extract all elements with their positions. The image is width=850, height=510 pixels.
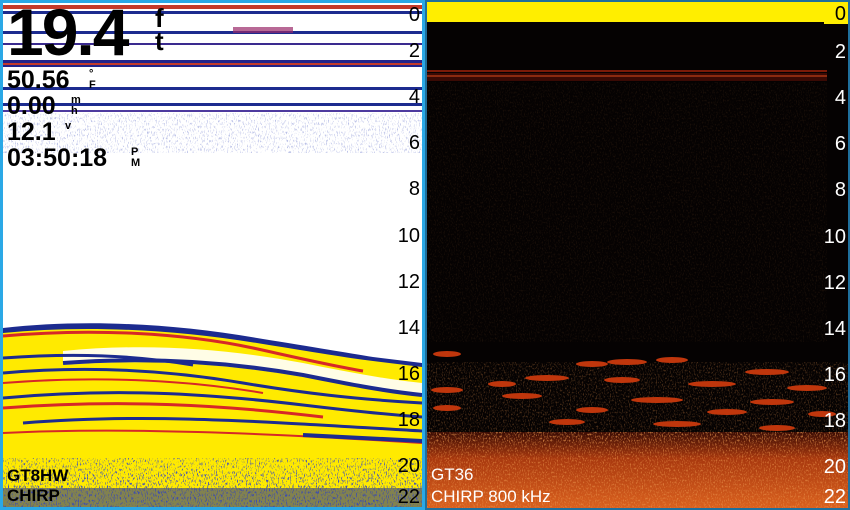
depth-scale-label: 22 (397, 486, 420, 508)
depth-unit: f t (155, 5, 164, 57)
sonar-history-right (427, 2, 848, 508)
depth-scale-label: 8 (408, 178, 420, 200)
depth-scale-label: 2 (834, 41, 846, 63)
depth-scale-label: 14 (823, 318, 846, 340)
depth-scale-label: 0 (408, 4, 420, 26)
sonar-display: 0 2 4 6 8 10 12 14 16 18 20 22 19.4 f t … (0, 0, 850, 510)
sonar-mode-label-right: CHIRP 800 kHz (431, 487, 551, 506)
depth-scale-label: 8 (834, 179, 846, 201)
speed-readout: 0.00 (7, 92, 56, 120)
clock-ampm-bottom: M (131, 157, 141, 169)
down-imaging-pane[interactable]: 0 2 4 6 8 10 12 14 16 18 20 22 GT36 CHIR… (425, 0, 850, 510)
depth-scale-label: 0 (834, 3, 846, 25)
depth-scale-label: 12 (397, 271, 420, 293)
transducer-label-left: GT8HW (7, 466, 69, 485)
voltage-unit: v (65, 121, 71, 132)
depth-scale-label: 20 (823, 456, 846, 478)
depth-scale-label: 10 (823, 226, 846, 248)
voltage-readout: 12.1 (7, 118, 56, 146)
depth-scale-right: 0 2 4 6 8 10 12 14 16 18 20 22 (804, 2, 848, 508)
depth-scale-left: 0 2 4 6 8 10 12 14 16 18 20 22 (378, 3, 422, 508)
voltage-unit-bottom: v (65, 120, 72, 132)
traditional-sonar-pane[interactable]: 0 2 4 6 8 10 12 14 16 18 20 22 19.4 f t … (0, 0, 425, 510)
speed-unit-bottom: h (71, 105, 78, 117)
depth-scale-label: 12 (823, 272, 846, 294)
depth-unit-bottom: t (155, 26, 164, 57)
depth-scale-label: 14 (397, 317, 420, 339)
depth-scale-label: 16 (397, 363, 420, 385)
depth-scale-label: 6 (408, 132, 420, 154)
transducer-label-right: GT36 (431, 465, 474, 484)
temperature-unit: ° F (89, 69, 96, 91)
depth-scale-label: 4 (834, 87, 846, 109)
water-temperature-readout: 50.56 (7, 66, 70, 94)
depth-scale-label: 2 (408, 40, 420, 62)
depth-scale-label: 18 (823, 410, 846, 432)
depth-scale-label: 20 (397, 455, 420, 477)
clock-ampm: P M (131, 147, 140, 169)
temperature-unit-bottom: F (89, 79, 96, 91)
depth-scale-label: 16 (823, 364, 846, 386)
depth-scale-label: 18 (397, 409, 420, 431)
sonar-mode-label-left: CHIRP (7, 486, 60, 505)
depth-scale-label: 10 (397, 225, 420, 247)
current-depth-value: 19.4 (7, 0, 129, 69)
depth-scale-label: 22 (823, 486, 846, 508)
depth-scale-label: 4 (408, 86, 420, 108)
clock-readout: 03:50:18 (7, 144, 108, 172)
speed-unit: m h (71, 95, 81, 117)
depth-scale-label: 6 (834, 133, 846, 155)
